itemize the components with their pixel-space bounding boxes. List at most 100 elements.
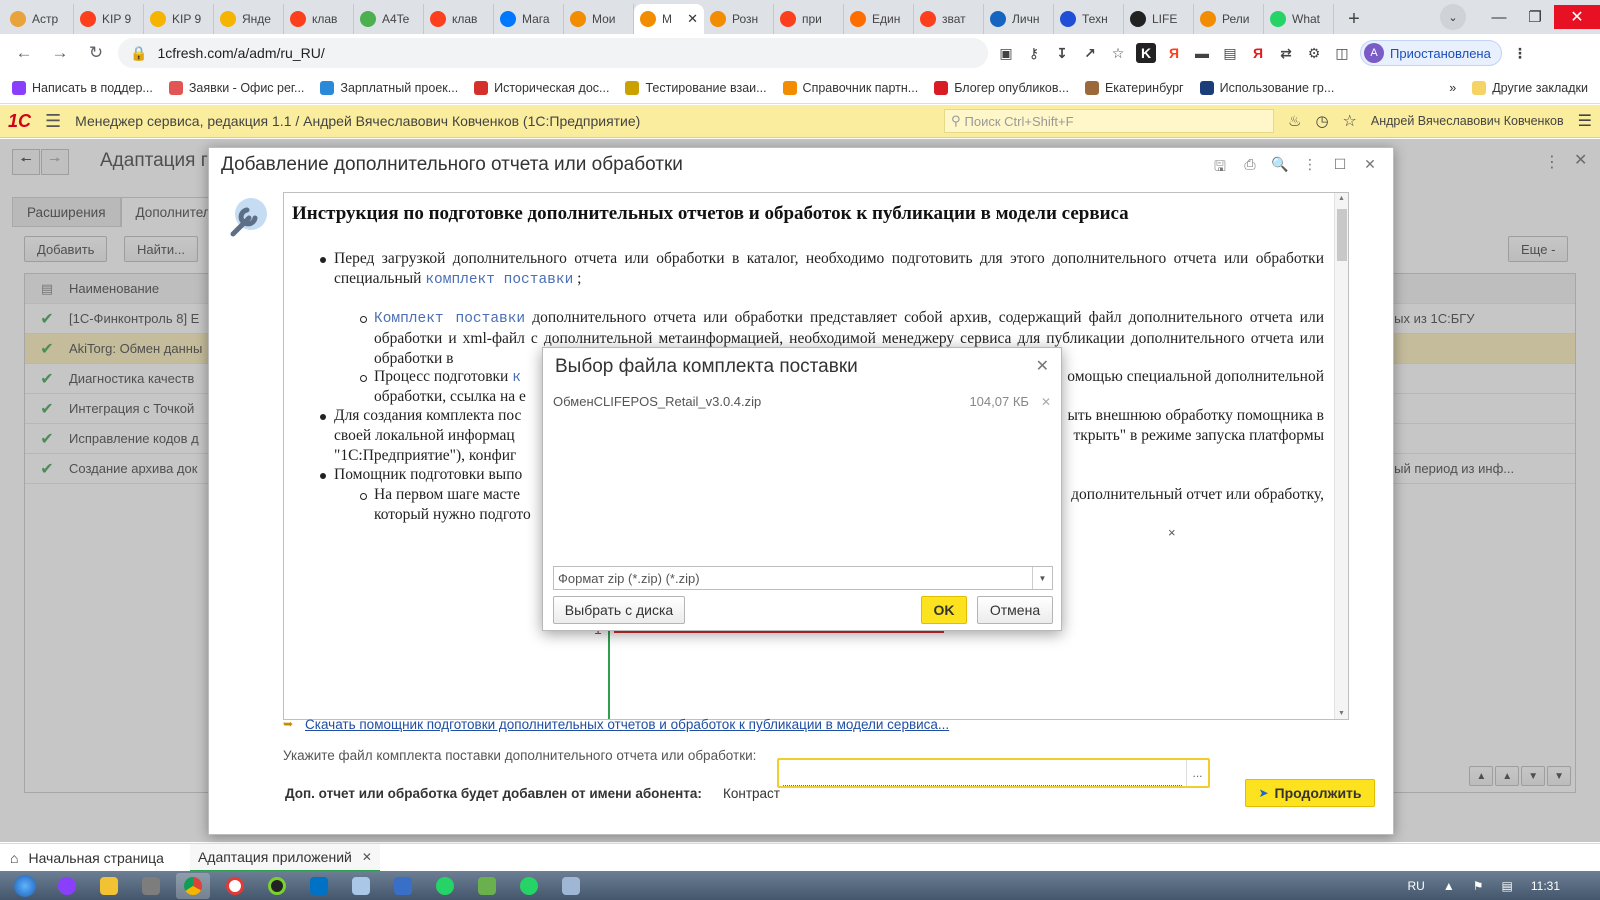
bookmark-item[interactable]: Тестирование взаи... bbox=[625, 80, 767, 95]
tray-up-icon[interactable]: ▲ bbox=[1443, 879, 1455, 893]
scroll-up-icon[interactable]: ▲ bbox=[1338, 195, 1345, 202]
delivery-kit-link-2[interactable]: Комплект поставки bbox=[374, 311, 525, 327]
flag-icon[interactable]: ⚑ bbox=[1473, 879, 1484, 893]
bookmark-item[interactable]: Екатеринбург bbox=[1084, 80, 1184, 95]
lock-icon[interactable]: 🔒 bbox=[130, 45, 147, 62]
reload-icon[interactable]: ↻ bbox=[82, 39, 110, 67]
taskbar-app-13[interactable] bbox=[554, 873, 588, 899]
key-icon[interactable]: ⚷ bbox=[1024, 43, 1044, 63]
new-tab-button[interactable]: + bbox=[1340, 5, 1368, 33]
taskbar-app-5[interactable] bbox=[218, 873, 252, 899]
browser-tab[interactable]: Астр bbox=[4, 4, 74, 34]
tab-close-icon[interactable]: ✕ bbox=[362, 850, 372, 864]
bookmarks-more[interactable]: » bbox=[1449, 81, 1456, 95]
browser-tab[interactable]: KIP 9 bbox=[74, 4, 144, 34]
process-link[interactable]: к bbox=[512, 370, 521, 386]
bell-icon[interactable]: ♨ bbox=[1288, 112, 1301, 130]
home-icon[interactable]: ⌂ bbox=[10, 850, 18, 866]
taskbar-app-9[interactable] bbox=[386, 873, 420, 899]
history-icon[interactable]: ◷ bbox=[1315, 112, 1328, 130]
extension-print-icon[interactable]: ▤ bbox=[1220, 43, 1240, 63]
browser-tab[interactable]: Янде bbox=[214, 4, 284, 34]
other-bookmarks[interactable]: Другие закладки bbox=[1472, 80, 1588, 95]
main-menu-icon[interactable]: ☰ bbox=[45, 111, 61, 132]
bookmark-item[interactable]: Зарплатный проек... bbox=[320, 80, 458, 95]
more-dots-icon[interactable]: ⋮ bbox=[1297, 156, 1323, 180]
file-dialog-close-icon[interactable]: ✕ bbox=[1036, 356, 1049, 376]
taskbar-app-10[interactable] bbox=[428, 873, 462, 899]
extension-k-icon[interactable]: K bbox=[1136, 43, 1156, 63]
browser-tab[interactable]: Един bbox=[844, 4, 914, 34]
document-scrollbar[interactable]: ▲ ▼ bbox=[1334, 193, 1348, 719]
browser-tab[interactable]: клав bbox=[284, 4, 354, 34]
network-tray-icon[interactable]: ▤ bbox=[1502, 879, 1513, 893]
favorites-star-icon[interactable]: ☆ bbox=[1343, 111, 1357, 131]
minimize-icon[interactable]: — bbox=[1482, 9, 1516, 26]
browser-tab[interactable]: LIFE bbox=[1124, 4, 1194, 34]
extension-yandex-red-icon[interactable]: Я bbox=[1248, 43, 1268, 63]
browser-tab[interactable]: Рели bbox=[1194, 4, 1264, 34]
copy-icon[interactable]: ▣ bbox=[996, 43, 1016, 63]
extension-translate-icon[interactable]: ⇄ bbox=[1276, 43, 1296, 63]
taskbar-app-1[interactable] bbox=[50, 873, 84, 899]
restore-icon[interactable]: ❐ bbox=[1518, 8, 1552, 26]
browser-tab[interactable]: Техн bbox=[1054, 4, 1124, 34]
tab-home-page[interactable]: Начальная страница bbox=[28, 850, 163, 866]
delivery-kit-link[interactable]: комплект поставки bbox=[425, 272, 573, 288]
sidebar-icon[interactable]: ◫ bbox=[1332, 43, 1352, 63]
tab-app-adaptation[interactable]: Адаптация приложений ✕ bbox=[189, 843, 380, 872]
browser-tab[interactable]: М ✕ bbox=[634, 4, 704, 34]
extension-yandex-icon[interactable]: Я bbox=[1164, 43, 1184, 63]
address-bar[interactable]: 🔒 1cfresh.com/a/adm/ru_RU/ bbox=[118, 38, 988, 68]
download-assistant-link[interactable]: Скачать помощник подготовки дополнительн… bbox=[305, 717, 949, 732]
browser-tab[interactable]: A4Te bbox=[354, 4, 424, 34]
menu-dots-icon[interactable]: ⋮ bbox=[1510, 43, 1530, 63]
user-name[interactable]: Андрей Вячеславович Ковченков bbox=[1371, 114, 1564, 128]
bookmark-item[interactable]: Справочник партн... bbox=[782, 80, 918, 95]
tab-close-icon[interactable]: ✕ bbox=[687, 11, 698, 27]
browser-tab[interactable]: Мои bbox=[564, 4, 634, 34]
browser-tab[interactable]: KIP 9 bbox=[144, 4, 214, 34]
remove-file-icon[interactable]: ✕ bbox=[1041, 395, 1051, 409]
bookmark-item[interactable]: Блогер опубликов... bbox=[934, 80, 1069, 95]
taskbar-app-6[interactable] bbox=[260, 873, 294, 899]
scrollbar-thumb[interactable] bbox=[1337, 209, 1347, 261]
scroll-down-icon[interactable]: ▼ bbox=[1338, 710, 1345, 717]
format-select[interactable]: Формат zip (*.zip) (*.zip) ▼ bbox=[553, 566, 1053, 590]
clock[interactable]: 11:31 bbox=[1531, 879, 1560, 893]
taskbar-app-3[interactable] bbox=[134, 873, 168, 899]
choose-from-disk-button[interactable]: Выбрать с диска bbox=[553, 596, 685, 624]
browser-tab[interactable]: What bbox=[1264, 4, 1334, 34]
bookmark-item[interactable]: Историческая дос... bbox=[474, 80, 609, 95]
browser-tab[interactable]: Розн bbox=[704, 4, 774, 34]
share-icon[interactable]: ↗ bbox=[1080, 43, 1100, 63]
start-button[interactable] bbox=[8, 873, 42, 899]
print-icon[interactable]: ⎙ bbox=[1237, 156, 1263, 180]
taskbar-app-12[interactable] bbox=[512, 873, 546, 899]
browser-tab[interactable]: при bbox=[774, 4, 844, 34]
tab-search-icon[interactable]: ⌄ bbox=[1440, 4, 1466, 30]
browser-tab[interactable]: Мага bbox=[494, 4, 564, 34]
delivery-file-input[interactable]: ... bbox=[777, 758, 1210, 788]
profile-button[interactable]: А Приостановлена bbox=[1360, 40, 1502, 66]
forward-icon[interactable]: → bbox=[46, 39, 74, 67]
maximize-icon[interactable]: ☐ bbox=[1327, 156, 1353, 180]
save-icon[interactable]: 🖫 bbox=[1207, 156, 1233, 180]
back-icon[interactable]: ← bbox=[10, 39, 38, 67]
window-close-icon[interactable]: ✕ bbox=[1554, 5, 1600, 29]
bookmark-item[interactable]: Заявки - Офис рег... bbox=[168, 80, 304, 95]
continue-button[interactable]: ➤ Продолжить bbox=[1245, 779, 1375, 807]
ok-button[interactable]: OK bbox=[921, 596, 967, 624]
taskbar-app-2[interactable] bbox=[92, 873, 126, 899]
file-select-button[interactable]: ... bbox=[1186, 760, 1208, 786]
star-icon[interactable]: ☆ bbox=[1108, 43, 1128, 63]
preview-icon[interactable]: 🔍 bbox=[1267, 156, 1293, 180]
close-icon[interactable]: ✕ bbox=[1357, 156, 1383, 180]
chevron-down-icon[interactable]: ▼ bbox=[1032, 567, 1052, 589]
taskbar-app-4[interactable] bbox=[176, 872, 210, 899]
file-list-item[interactable]: ОбменCLIFEPOS_Retail_v3.0.4.zip 104,07 К… bbox=[553, 394, 1051, 409]
extensions-puzzle-icon[interactable]: ⚙ bbox=[1304, 43, 1324, 63]
browser-tab[interactable]: клав bbox=[424, 4, 494, 34]
file-value[interactable] bbox=[783, 760, 1182, 786]
language-indicator[interactable]: RU bbox=[1408, 879, 1425, 893]
